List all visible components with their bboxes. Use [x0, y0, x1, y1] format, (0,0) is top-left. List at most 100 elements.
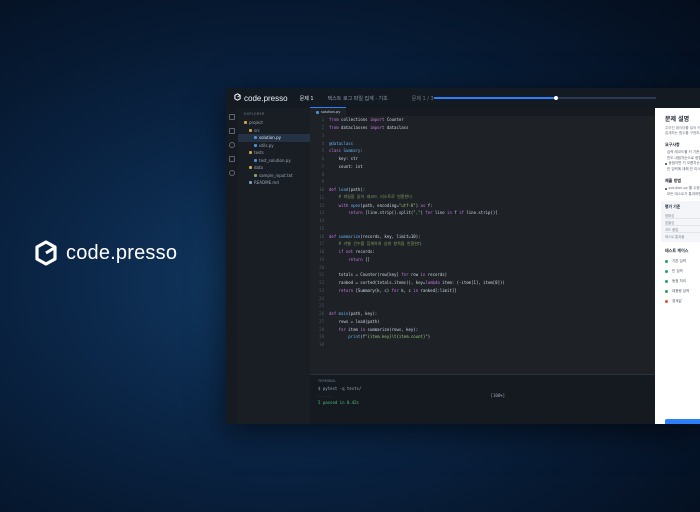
code-line[interactable]: 9 — [310, 178, 655, 186]
code-line[interactable]: 28 for item in summarize(rows, key): — [310, 325, 655, 333]
code-token: summarize — [338, 233, 361, 239]
test-case-item[interactable]: 빈 입력 — [655, 266, 700, 276]
code-line[interactable]: 26 def main (path, key): — [310, 310, 655, 318]
code-line[interactable]: 7 count: int — [310, 163, 655, 171]
code-token: ranked[:limit]] — [420, 287, 457, 293]
requirement-item-text: 동점이면 키 오름차순 — [668, 161, 700, 166]
topbar-logo[interactable]: code.presso — [234, 93, 288, 103]
code-line[interactable]: 18 if not records: — [310, 248, 655, 256]
source-control-icon[interactable] — [229, 142, 235, 148]
code-line[interactable]: 4 @dataclass — [310, 139, 655, 147]
code-token: from — [329, 117, 342, 123]
submit-item-text: 모든 테스트가 통과하면 제출 — [667, 191, 700, 196]
code-line[interactable]: 8 — [310, 170, 655, 178]
terminal-progress-dots: ...... — [318, 393, 333, 398]
code-line[interactable]: 15 — [310, 225, 655, 233]
code-line[interactable]: 12 with open (path, encoding= "utf-8") as … — [310, 201, 655, 209]
test-case-item[interactable]: 경계값 — [655, 296, 700, 306]
file-tree-label: test_solution.py — [259, 157, 291, 163]
line-number: 28 — [319, 326, 324, 332]
problem-counter: 문제 1 / 3 — [411, 95, 434, 102]
line-number: 11 — [319, 194, 324, 200]
code-token: from — [329, 125, 342, 131]
criteria-card: 평가 기준 정확성 효율성 코드 품질 테스트 통과율 — [661, 201, 700, 242]
line-number: 5 — [321, 148, 324, 154]
code-token: return — [329, 210, 366, 216]
code-token: (path, key): — [348, 311, 378, 317]
test-case-list: 기본 입력 빈 입력 동점 처리대용량 입력경계값 — [655, 256, 700, 306]
code-line[interactable]: 25 — [310, 302, 655, 310]
activity-bar — [226, 108, 238, 424]
line-number: 8 — [321, 171, 324, 177]
code-token: import — [369, 125, 387, 131]
file-tree-item[interactable]: src — [238, 127, 310, 135]
code-line[interactable]: 11 # 파일을 읽어 레코드 리스트로 반환한다 — [310, 194, 655, 202]
submit-button[interactable] — [665, 419, 700, 424]
code-line[interactable]: 29 print (f "{item.key}\t{item.count}") — [310, 333, 655, 341]
code-line[interactable]: 17 # 키별 건수를 집계하여 상위 항목을 반환한다 — [310, 240, 655, 248]
code-line[interactable]: 1 from collections import Counter — [310, 116, 655, 124]
file-tree-item[interactable]: test_solution.py — [238, 157, 310, 165]
code-token: in — [360, 326, 368, 332]
progress-bar[interactable] — [434, 95, 656, 100]
code-line[interactable]: 23 return [Summary(k, c) for k, c in ran… — [310, 287, 655, 295]
test-case-label: 대용량 입력 — [672, 288, 690, 293]
code-line[interactable]: 14 — [310, 217, 655, 225]
line-number: 3 — [321, 132, 324, 138]
terminal-panel[interactable]: TERMINAL $ pytest -q tests/ ...... [100%… — [310, 374, 655, 424]
code-line[interactable]: 13 return [line.strip().split(",") for l… — [310, 209, 655, 217]
code-token: if not — [329, 249, 356, 255]
status-icon — [665, 259, 668, 263]
line-number: 25 — [319, 303, 324, 309]
file-icon — [254, 143, 257, 147]
code-line[interactable]: 5 class Summary: — [310, 147, 655, 155]
settings-icon[interactable] — [229, 170, 235, 176]
tab-solution[interactable]: solution.py — [310, 107, 347, 116]
file-tree-item[interactable]: sample_input.txt — [238, 172, 310, 180]
problem-number[interactable]: 문제 1 — [300, 95, 314, 102]
line-number: 19 — [319, 256, 324, 262]
requirement-item-text: 빈 입력에 대해 빈 리스트 — [667, 166, 700, 171]
code-line[interactable]: 10 def load (path): — [310, 186, 655, 194]
search-icon[interactable] — [229, 128, 235, 134]
code-token: line.strip()] — [466, 210, 498, 216]
code-line[interactable]: 20 — [310, 263, 655, 271]
file-tree-item[interactable]: tests — [238, 149, 310, 157]
editor-tabs: solution.py — [310, 107, 655, 116]
code-line[interactable]: 16 def summarize (records, key, limit=10): — [310, 232, 655, 240]
code-line[interactable]: 2 from dataclasses import dataclass — [310, 124, 655, 132]
code-line[interactable]: 22 ranked = sorted(totals.items(), key= l… — [310, 279, 655, 287]
bullet-icon — [665, 188, 667, 190]
status-icon — [665, 269, 668, 273]
code-line[interactable]: 6 key: str — [310, 155, 655, 163]
folder-icon — [249, 128, 252, 132]
code-line[interactable]: 30 — [310, 341, 655, 349]
test-case-item[interactable]: 동점 처리 — [655, 276, 700, 286]
progress-knob[interactable] — [554, 95, 559, 100]
run-icon[interactable] — [229, 156, 235, 162]
test-case-item[interactable]: 대용량 입력 — [655, 286, 700, 296]
code-line[interactable]: 21 totals = Counter(row[key] for row in … — [310, 271, 655, 279]
test-case-item[interactable]: 기본 입력 — [655, 256, 700, 266]
file-tree-item[interactable]: solution.py — [238, 134, 310, 142]
code-area[interactable]: 1 from collections import Counter 2 from da… — [310, 116, 655, 349]
file-tree-item[interactable]: project — [238, 119, 310, 127]
file-tree-item[interactable]: data — [238, 164, 310, 172]
file-tree-item[interactable]: README.md — [238, 179, 310, 187]
code-token: count: int — [329, 163, 363, 169]
code-token: Counter — [386, 117, 404, 123]
top-bar: code.presso 문제 1 텍스트 로그 파일 집계 · 기초 문제 1 … — [226, 88, 700, 108]
files-icon[interactable] — [229, 114, 235, 120]
code-line[interactable]: 27 rows = load(path) — [310, 318, 655, 326]
panel-title: 문제 설명 — [665, 116, 690, 123]
topbar-logo-text: code.presso — [244, 93, 288, 103]
file-tree-item[interactable]: utils.py — [238, 142, 310, 150]
code-line[interactable]: 24 — [310, 294, 655, 302]
panel-description-1: 주어진 데이터를 읽어 키별 건수를 — [665, 126, 700, 130]
code-token: item — [348, 326, 361, 332]
code-editor[interactable]: solution.py 1 from collections import Cou… — [310, 107, 655, 374]
code-line[interactable]: 19 return [] — [310, 256, 655, 264]
file-tree: project src solution.py utils.py tests test_s… — [238, 119, 310, 187]
code-token: row — [410, 272, 421, 278]
code-line[interactable]: 3 — [310, 132, 655, 140]
